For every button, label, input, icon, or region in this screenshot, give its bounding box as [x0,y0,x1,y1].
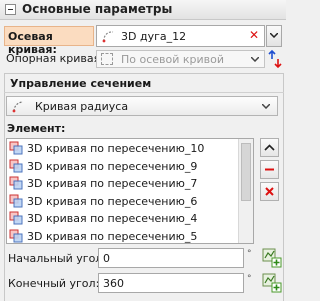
axis-curve-value: 3D дуга_12 [121,30,187,43]
end-angle-label: Конечный угол: [8,277,100,290]
move-up-button[interactable] [260,138,279,157]
chevron-down-icon [262,104,270,109]
reference-curve-placeholder: По осевой кривой [121,53,225,66]
intersection-curve-icon [9,141,23,155]
chevron-up-icon [264,144,275,151]
divider [4,92,284,93]
list-item-label: 3D кривая по пересечению_6 [27,194,198,208]
spin-input-icon[interactable] [262,248,282,268]
element-label: Элемент: [7,122,66,135]
remove-button[interactable] [260,160,279,179]
intersection-curve-icon [9,194,23,207]
curve-placeholder-icon [101,53,113,65]
intersection-curve-icon [9,159,23,172]
list-item-label: 3D кривая по пересечению_10 [27,142,205,155]
list-item[interactable]: 3D кривая по пересечению_6 [7,192,253,210]
start-angle-label: Начальный угол: [8,252,107,265]
intersection-curve-icon [9,176,23,190]
reference-curve-label: Опорная кривая: [6,52,104,65]
start-angle-value: 0 [103,252,110,265]
close-icon [265,187,274,196]
chevron-down-icon [251,57,259,62]
clear-icon[interactable]: ✕ [248,29,260,42]
intersection-curve-icon [9,211,23,225]
reference-curve-dropdown[interactable] [248,51,262,67]
section-header[interactable]: Основные параметры [0,0,286,20]
list-item[interactable]: 3D кривая по пересечению_5 [7,227,253,244]
axis-curve-field[interactable]: 3D дуга_12 ✕ [96,25,265,47]
list-item-label: 3D кривая по пересечению_7 [27,177,198,190]
degree-unit: ° [247,249,252,259]
section-type-dropdown[interactable] [261,97,273,115]
element-list[interactable]: 3D кривая по пересечению_10 3D кривая по… [6,138,254,244]
minus-icon [265,168,274,171]
list-item-label: 3D кривая по пересечению_9 [27,159,198,173]
spin-input-icon[interactable] [262,273,282,293]
list-item[interactable]: 3D кривая по пересечению_9 [7,157,253,175]
section-title: Основные параметры [22,2,173,16]
list-item-label: 3D кривая по пересечению_5 [27,229,198,243]
list-item[interactable]: 3D кривая по пересечению_10 [7,139,253,157]
end-angle-value: 360 [103,277,124,290]
arc-icon [102,31,114,43]
chevron-down-icon [270,33,278,38]
swap-direction-icon[interactable] [266,49,284,69]
collapse-icon[interactable] [5,4,16,15]
axis-curve-label: Осевая кривая: [4,26,94,56]
end-angle-field[interactable]: 360 [98,273,244,293]
section-type-select[interactable]: Кривая радиуса [6,96,278,116]
section-type-value: Кривая радиуса [35,100,129,113]
reference-curve-field[interactable]: По осевой кривой [96,50,265,68]
list-item[interactable]: 3D кривая по пересечению_4 [7,209,253,227]
list-item-label: 3D кривая по пересечению_4 [27,212,198,225]
axis-curve-dropdown-button[interactable] [266,25,282,47]
start-angle-field[interactable]: 0 [98,248,244,268]
degree-unit: ° [247,274,252,284]
radius-curve-icon [12,101,24,113]
delete-button[interactable] [260,182,279,201]
section-control-title: Управление сечением [10,77,152,90]
list-scrollbar[interactable] [238,139,253,243]
list-item[interactable]: 3D кривая по пересечению_7 [7,174,253,192]
intersection-curve-icon [9,229,23,242]
scrollbar-thumb[interactable] [241,143,251,201]
